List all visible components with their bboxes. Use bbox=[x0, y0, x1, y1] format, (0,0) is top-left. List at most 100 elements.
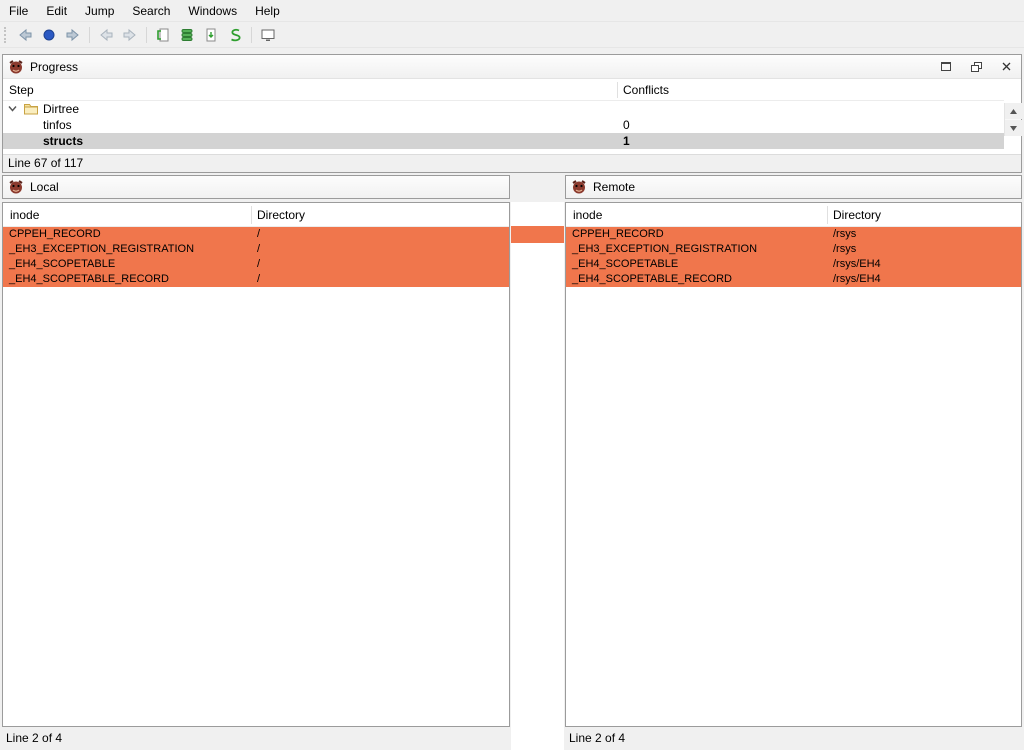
doc-out-button[interactable] bbox=[199, 24, 223, 46]
menu-file[interactable]: File bbox=[0, 1, 37, 21]
table-row[interactable]: _EH3_EXCEPTION_REGISTRATION / bbox=[3, 242, 509, 257]
menu-windows[interactable]: Windows bbox=[179, 1, 246, 21]
toolbar-separator bbox=[89, 27, 90, 43]
stop-button[interactable] bbox=[37, 24, 61, 46]
cell-directory: /rsys/EH4 bbox=[833, 272, 881, 287]
tree-item-conflicts: 1 bbox=[623, 133, 630, 149]
jump-back-icon bbox=[98, 27, 114, 43]
app-icon bbox=[8, 59, 24, 75]
column-header-inode[interactable]: inode bbox=[10, 208, 39, 222]
sync-icon bbox=[227, 27, 243, 43]
tree-row-structs[interactable]: structs 1 bbox=[3, 133, 1004, 149]
cell-inode: _EH4_SCOPETABLE bbox=[572, 257, 678, 272]
tree-item-label: tinfos bbox=[43, 117, 72, 133]
column-divider[interactable] bbox=[617, 82, 618, 98]
app-icon bbox=[571, 179, 587, 195]
column-divider[interactable] bbox=[827, 206, 828, 224]
table-row[interactable]: _EH4_SCOPETABLE_RECORD / bbox=[3, 272, 509, 287]
table-row[interactable]: _EH4_SCOPETABLE_RECORD /rsys/EH4 bbox=[566, 272, 1021, 287]
column-header-conflicts[interactable]: Conflicts bbox=[623, 83, 669, 97]
cell-inode: _EH4_SCOPETABLE_RECORD bbox=[9, 272, 169, 287]
window-maximize-button[interactable] bbox=[931, 55, 961, 78]
doc-out-icon bbox=[203, 27, 219, 43]
chevron-down-icon[interactable] bbox=[8, 104, 17, 113]
local-titlebar[interactable]: Local bbox=[2, 175, 510, 199]
jump-forward-button[interactable] bbox=[118, 24, 142, 46]
progress-title: Progress bbox=[30, 60, 78, 74]
doc-in-icon bbox=[155, 27, 171, 43]
progress-table: Step Conflicts Dirtree tinfos 0 structs … bbox=[3, 79, 1021, 154]
local-panel: Local inode Directory CPPEH_RECORD / _EH… bbox=[2, 175, 510, 750]
cell-directory: /rsys bbox=[833, 227, 856, 242]
cell-inode: _EH4_SCOPETABLE bbox=[9, 257, 115, 272]
stack-icon bbox=[179, 27, 195, 43]
window-icon bbox=[260, 27, 276, 43]
table-row[interactable]: _EH4_SCOPETABLE / bbox=[3, 257, 509, 272]
remote-status-bar: Line 2 of 4 bbox=[569, 731, 625, 745]
window-button[interactable] bbox=[256, 24, 280, 46]
local-title: Local bbox=[30, 180, 59, 194]
forward-icon bbox=[65, 27, 81, 43]
menu-search[interactable]: Search bbox=[123, 1, 179, 21]
column-header-step[interactable]: Step bbox=[9, 83, 34, 97]
jump-forward-icon bbox=[122, 27, 138, 43]
cell-inode: _EH3_EXCEPTION_REGISTRATION bbox=[572, 242, 757, 257]
cell-directory: / bbox=[257, 227, 260, 242]
remote-table-header: inode Directory bbox=[566, 203, 1021, 227]
cell-directory: / bbox=[257, 272, 260, 287]
tree-item-conflicts: 0 bbox=[623, 117, 630, 133]
tree-row-tinfos[interactable]: tinfos 0 bbox=[3, 117, 1004, 133]
cell-inode: CPPEH_RECORD bbox=[572, 227, 664, 242]
tree-row-dirtree[interactable]: Dirtree bbox=[3, 101, 1004, 117]
table-row[interactable]: _EH4_SCOPETABLE /rsys/EH4 bbox=[566, 257, 1021, 272]
column-header-directory[interactable]: Directory bbox=[257, 208, 305, 222]
toolbar-grip[interactable] bbox=[4, 27, 9, 43]
window-close-button[interactable] bbox=[991, 55, 1021, 78]
diff-gutter-conflict-block bbox=[511, 226, 564, 243]
cell-directory: /rsys bbox=[833, 242, 856, 257]
local-table: inode Directory CPPEH_RECORD / _EH3_EXCE… bbox=[2, 202, 510, 727]
window-controls bbox=[931, 55, 1021, 78]
tree-item-label: Dirtree bbox=[43, 101, 79, 117]
progress-panel: Progress Step Conflicts Dir bbox=[2, 54, 1022, 173]
cell-inode: CPPEH_RECORD bbox=[9, 227, 101, 242]
column-header-directory[interactable]: Directory bbox=[833, 208, 881, 222]
back-icon bbox=[17, 27, 33, 43]
sync-button[interactable] bbox=[223, 24, 247, 46]
progress-titlebar[interactable]: Progress bbox=[3, 55, 1021, 79]
tree-item-label: structs bbox=[43, 133, 83, 149]
menu-edit[interactable]: Edit bbox=[37, 1, 76, 21]
remote-title: Remote bbox=[593, 180, 635, 194]
scroll-down-button[interactable] bbox=[1005, 120, 1022, 136]
column-header-inode[interactable]: inode bbox=[573, 208, 602, 222]
folder-icon bbox=[24, 103, 38, 115]
jump-back-button[interactable] bbox=[94, 24, 118, 46]
cell-directory: / bbox=[257, 257, 260, 272]
cell-inode: _EH3_EXCEPTION_REGISTRATION bbox=[9, 242, 194, 257]
doc-in-button[interactable] bbox=[151, 24, 175, 46]
table-row[interactable]: _EH3_EXCEPTION_REGISTRATION /rsys bbox=[566, 242, 1021, 257]
back-button[interactable] bbox=[13, 24, 37, 46]
local-status-bar: Line 2 of 4 bbox=[6, 731, 62, 745]
cell-directory: /rsys/EH4 bbox=[833, 257, 881, 272]
toolbar bbox=[0, 22, 1024, 48]
local-table-header: inode Directory bbox=[3, 203, 509, 227]
menu-help[interactable]: Help bbox=[246, 1, 289, 21]
remote-table: inode Directory CPPEH_RECORD /rsys _EH3_… bbox=[565, 202, 1022, 727]
remote-titlebar[interactable]: Remote bbox=[565, 175, 1022, 199]
column-divider[interactable] bbox=[251, 206, 252, 224]
scroll-up-button[interactable] bbox=[1005, 103, 1022, 119]
table-row[interactable]: CPPEH_RECORD /rsys bbox=[566, 227, 1021, 242]
app-icon bbox=[8, 179, 24, 195]
toolbar-separator bbox=[146, 27, 147, 43]
forward-button[interactable] bbox=[61, 24, 85, 46]
menu-jump[interactable]: Jump bbox=[76, 1, 123, 21]
progress-scrollbar[interactable] bbox=[1004, 103, 1021, 136]
remote-panel: Remote inode Directory CPPEH_RECORD /rsy… bbox=[565, 175, 1022, 750]
diff-gutter bbox=[511, 202, 564, 750]
stack-button[interactable] bbox=[175, 24, 199, 46]
window-restore-button[interactable] bbox=[961, 55, 991, 78]
table-row[interactable]: CPPEH_RECORD / bbox=[3, 227, 509, 242]
cell-inode: _EH4_SCOPETABLE_RECORD bbox=[572, 272, 732, 287]
progress-table-header: Step Conflicts bbox=[3, 79, 1004, 101]
